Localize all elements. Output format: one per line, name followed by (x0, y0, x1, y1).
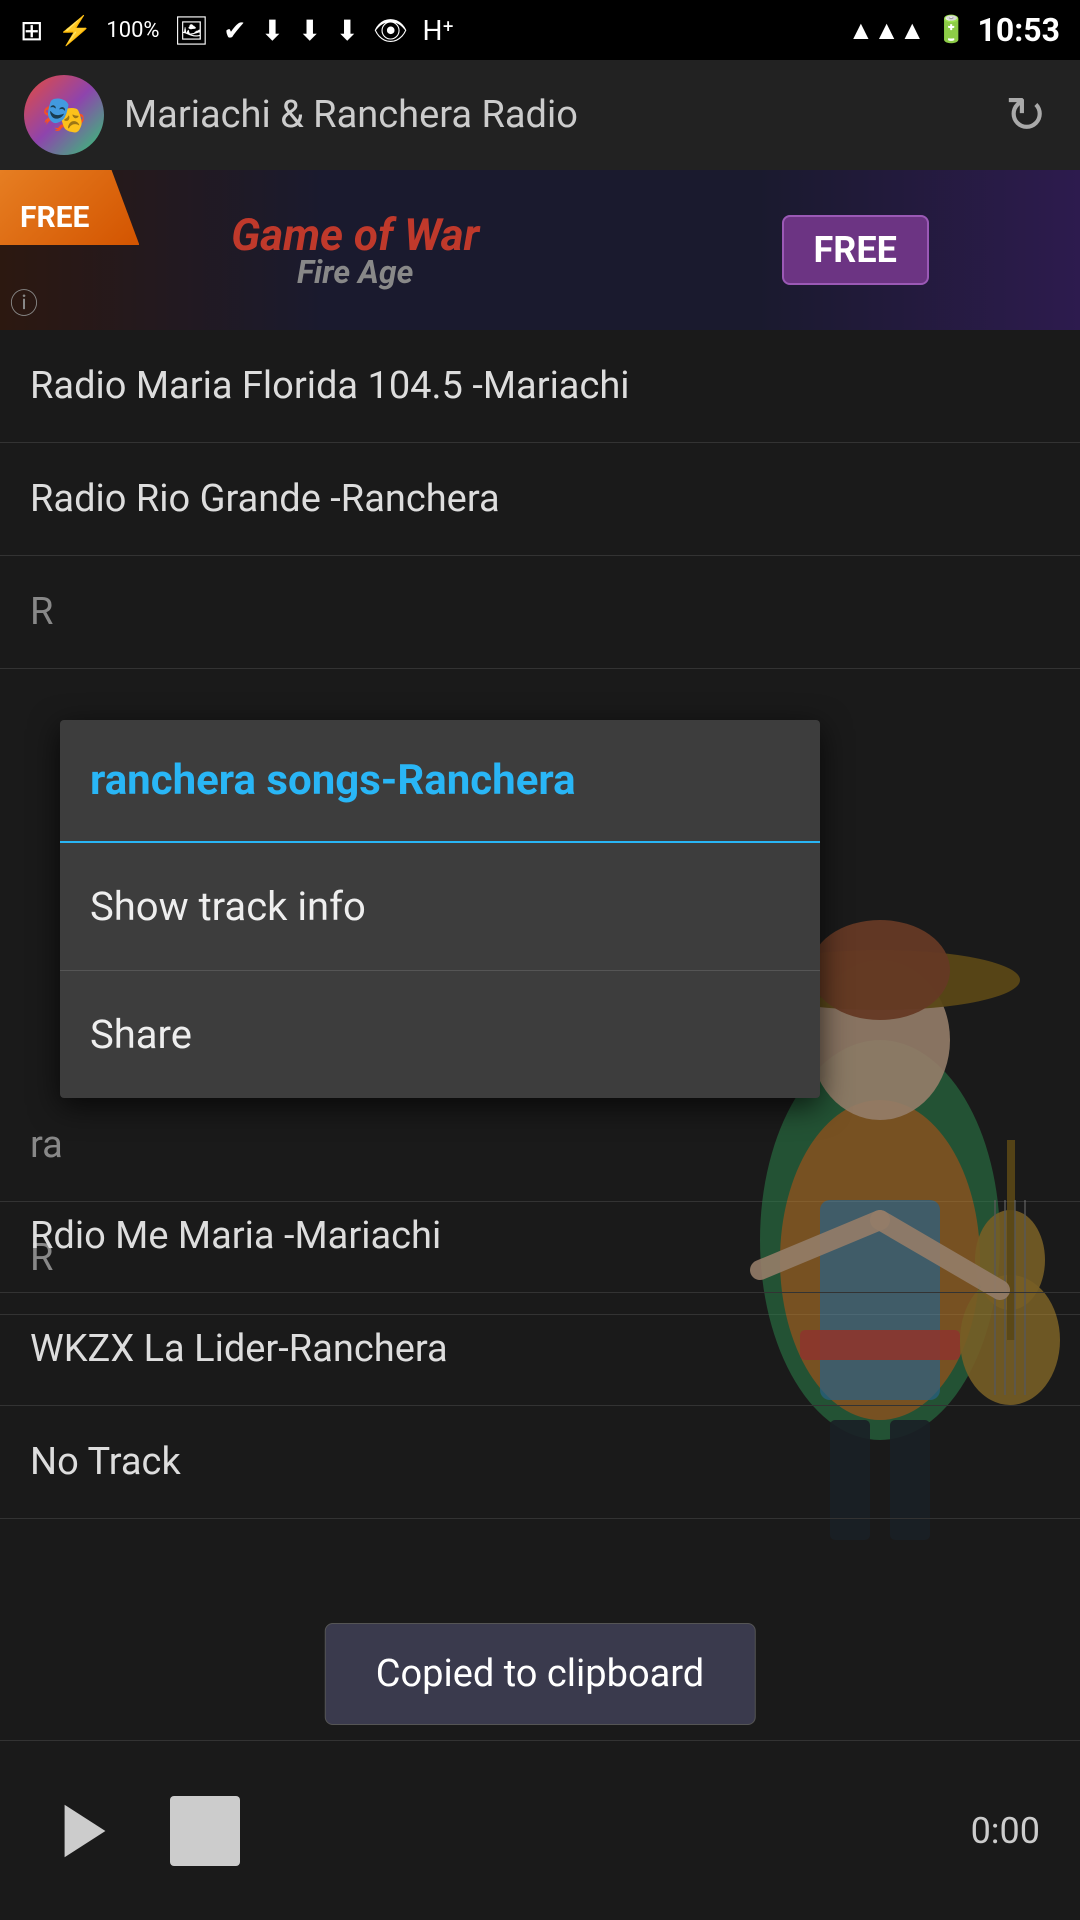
signal-icon: ▲▲▲ (848, 15, 925, 46)
ad-info-icon: ⓘ (10, 282, 38, 322)
show-track-info-button[interactable]: Show track info (60, 843, 820, 971)
toast-message: Copied to clipboard (376, 1652, 705, 1696)
signal-booster-icon: H⁺ (423, 14, 454, 47)
clock: 10:53 (978, 11, 1060, 49)
context-menu: ranchera songs-Ranchera Show track info … (60, 720, 820, 1098)
list-item[interactable]: Rdio Me Maria -Mariachi (0, 1180, 1080, 1293)
play-button[interactable] (40, 1786, 130, 1876)
radio-name: Radio Rio Grande -Ranchera (30, 477, 500, 521)
context-menu-title: ranchera songs-Ranchera (60, 720, 820, 843)
status-bar-right: ▲▲▲ 🔋 10:53 (848, 11, 1060, 49)
avatar: 🎭 (24, 75, 104, 155)
ad-banner-inner: FREE Game of War Fire Age FREE (0, 170, 1080, 330)
refresh-icon: ↻ (1005, 86, 1047, 145)
show-track-info-label: Show track info (90, 883, 366, 930)
player-time: 0:00 (971, 1810, 1040, 1852)
download-icon2: ⬇ (298, 14, 321, 47)
usb-icon: ⚡ (57, 14, 92, 47)
play-icon (50, 1796, 120, 1866)
player-bar: 0:00 (0, 1740, 1080, 1920)
app-title: Mariachi & Ranchera Radio (124, 93, 976, 137)
ad-free-left: FREE (0, 170, 139, 245)
player-controls (40, 1786, 240, 1876)
ad-banner[interactable]: FREE Game of War Fire Age FREE ⓘ (0, 170, 1080, 330)
share-label: Share (90, 1011, 192, 1058)
radio-name: Radio Maria Florida 104.5 -Mariachi (30, 364, 630, 408)
app-header: 🎭 Mariachi & Ranchera Radio ↻ (0, 60, 1080, 170)
check-icon: ✔ (223, 14, 246, 47)
list-item[interactable]: Radio Rio Grande -Ranchera (0, 443, 1080, 556)
download-icon1: ⬇ (261, 14, 284, 47)
list-item[interactable]: No Track (0, 1406, 1080, 1519)
list-item[interactable]: R (0, 556, 1080, 669)
status-bar: ⊞ ⚡ 100% 🖼 ✔ ⬇ ⬇ ⬇ 👁 H⁺ ▲▲▲ 🔋 10:53 (0, 0, 1080, 60)
ad-free-right: FREE (782, 215, 929, 285)
main-content: FREE Game of War Fire Age FREE ⓘ Radio M… (0, 170, 1080, 1740)
radio-name-partial: R (30, 590, 53, 634)
eye-icon: 👁 (373, 14, 409, 47)
download-icon3: ⬇ (336, 14, 359, 47)
radio-name: Rdio Me Maria -Mariachi (30, 1214, 441, 1258)
battery-icon: 🔋 (935, 15, 967, 45)
stop-button[interactable] (170, 1796, 240, 1866)
status-bar-left: ⊞ ⚡ 100% 🖼 ✔ ⬇ ⬇ ⬇ 👁 H⁺ (20, 14, 454, 47)
toast-copied: Copied to clipboard (325, 1623, 756, 1725)
radio-name: No Track (30, 1440, 181, 1484)
ad-title: Game of War Fire Age (231, 209, 479, 291)
list-item[interactable]: Radio Maria Florida 104.5 -Mariachi (0, 330, 1080, 443)
share-button[interactable]: Share (60, 971, 820, 1098)
avatar-emoji: 🎭 (42, 94, 87, 136)
refresh-button[interactable]: ↻ (996, 85, 1056, 145)
list-item[interactable]: WKZX La Lider-Ranchera (0, 1293, 1080, 1406)
radio-name-partial: ra (30, 1123, 63, 1167)
add-icon: ⊞ (20, 14, 43, 47)
radio-name: WKZX La Lider-Ranchera (30, 1327, 448, 1371)
battery-100-icon: 100% (106, 18, 159, 43)
image-icon: 🖼 (174, 14, 210, 47)
